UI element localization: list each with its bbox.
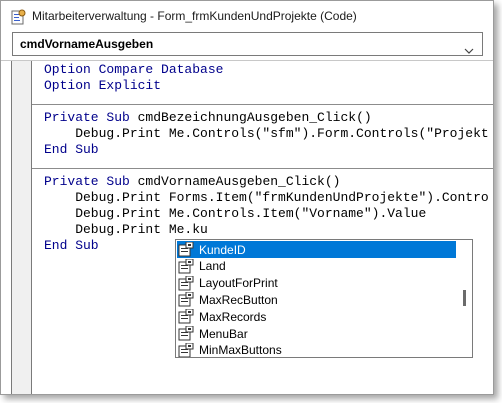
margin-indicator-bar[interactable] [12, 61, 32, 394]
code-text: Debug.Print Me.Controls("sfm").Form.Cont… [44, 126, 489, 141]
code-line[interactable]: Private Sub cmdBezeichnungAusgeben_Click… [44, 110, 372, 126]
autocomplete-item[interactable]: MenuBar [177, 325, 457, 342]
property-icon [178, 241, 194, 257]
autocomplete-item-label: KundeID [199, 242, 246, 257]
code-line[interactable]: Option Compare Database [44, 62, 223, 78]
code-text: Debug.Print Me.ku [44, 222, 208, 237]
code-line[interactable]: Debug.Print Forms.Item("frmKundenUndProj… [44, 190, 489, 206]
property-icon [178, 291, 194, 307]
code-keyword: End Sub [44, 142, 99, 157]
code-line[interactable]: Debug.Print Me.Controls.Item("Vorname").… [44, 206, 426, 222]
autocomplete-scrollbar[interactable] [456, 240, 472, 357]
code-window: Mitarbeiterverwaltung - Form_frmKundenUn… [0, 0, 494, 395]
property-icon [178, 342, 194, 357]
property-icon [178, 308, 194, 324]
code-text: Debug.Print Forms.Item("frmKundenUndProj… [44, 190, 489, 205]
code-text: cmdBezeichnungAusgeben_Click() [129, 110, 372, 125]
vba-code-icon [10, 9, 26, 25]
code-keyword: Option Compare Database [44, 62, 224, 77]
property-icon [178, 325, 194, 341]
code-keyword: Private Sub [44, 110, 130, 125]
procedure-dropdown[interactable]: cmdVornameAusgeben [12, 32, 483, 56]
procedure-separator [32, 104, 493, 105]
code-keyword: Private Sub [44, 174, 130, 189]
code-keyword: End Sub [44, 238, 99, 253]
autocomplete-item-label: MenuBar [199, 326, 248, 341]
autocomplete-list[interactable]: KundeID Land LayoutForPrint MaxRecButton Max… [175, 239, 473, 358]
code-line[interactable]: Debug.Print Me.ku [44, 222, 208, 238]
autocomplete-item[interactable]: KundeID [177, 241, 457, 258]
code-line[interactable]: Option Explicit [44, 78, 161, 94]
autocomplete-item[interactable]: MaxRecords [177, 308, 457, 325]
autocomplete-item[interactable]: LayoutForPrint [177, 275, 457, 292]
procedure-dropdown-value: cmdVornameAusgeben [20, 37, 154, 51]
code-text: cmdVornameAusgeben_Click() [129, 174, 341, 189]
autocomplete-item[interactable]: Land [177, 258, 457, 275]
procedure-separator [32, 168, 493, 169]
code-line[interactable]: End Sub [44, 238, 99, 254]
property-icon [178, 275, 194, 291]
autocomplete-item-label: LayoutForPrint [199, 276, 278, 291]
autocomplete-item[interactable]: MaxRecButton [177, 291, 457, 308]
code-line[interactable]: Debug.Print Me.Controls("sfm").Form.Cont… [44, 126, 489, 142]
code-line[interactable]: End Sub [44, 142, 99, 158]
autocomplete-item-label: MaxRecords [199, 309, 267, 324]
chevron-down-icon[interactable] [464, 41, 474, 54]
code-line[interactable]: Private Sub cmdVornameAusgeben_Click() [44, 174, 340, 190]
autocomplete-item-label: Land [199, 259, 226, 274]
property-icon [178, 258, 194, 274]
title-bar[interactable]: Mitarbeiterverwaltung - Form_frmKundenUn… [1, 1, 493, 32]
window-title: Mitarbeiterverwaltung - Form_frmKundenUn… [32, 9, 357, 23]
code-text: Debug.Print Me.Controls.Item("Vorname").… [44, 206, 427, 221]
code-keyword: Option Explicit [44, 78, 162, 93]
autocomplete-item[interactable]: MinMaxButtons [177, 342, 457, 358]
autocomplete-item-label: MaxRecButton [199, 292, 278, 307]
autocomplete-item-label: MinMaxButtons [199, 343, 282, 358]
scrollbar-thumb[interactable] [463, 290, 466, 306]
